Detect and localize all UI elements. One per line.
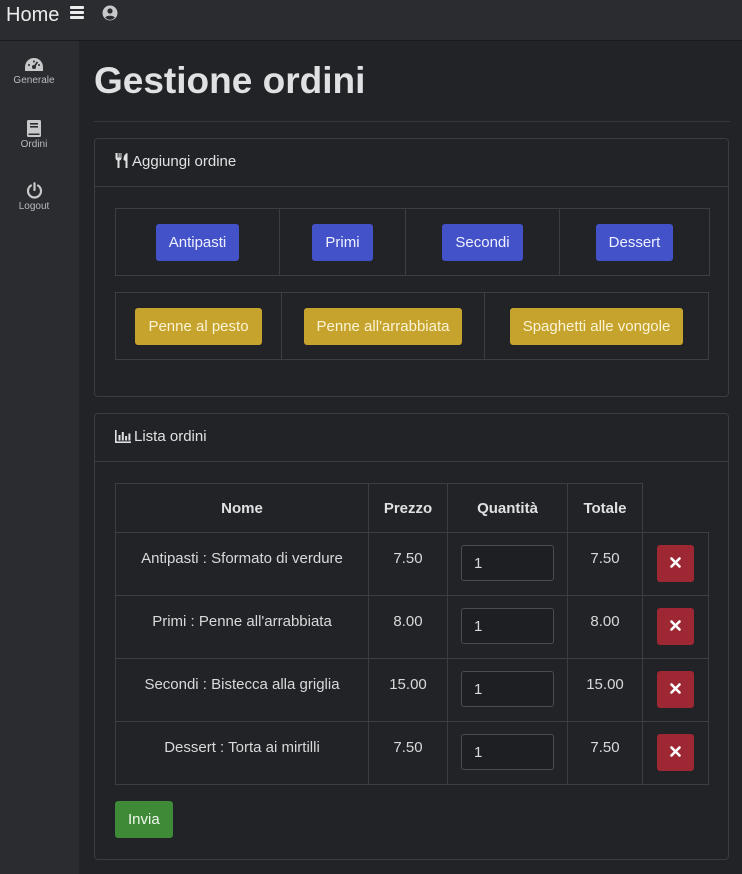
- dish-button-spaghetti-vongole[interactable]: Spaghetti alle vongole: [509, 307, 684, 345]
- add-order-card: Aggiungi ordine Antipasti Primi Secondi …: [94, 138, 729, 397]
- order-total: 15.00: [567, 658, 643, 722]
- sidebar-item-label: Ordini: [20, 139, 48, 150]
- orders-table: Nome Prezzo Quantità Totale Antipasti : …: [115, 483, 709, 785]
- table-header-row: Nome Prezzo Quantità Totale: [115, 483, 709, 533]
- order-name: Antipasti : Sformato di verdure: [115, 532, 369, 596]
- order-qty-cell: [447, 658, 568, 722]
- category-cell: Secondi: [405, 208, 560, 276]
- close-icon: [670, 557, 681, 568]
- dish-button-penne-pesto[interactable]: Penne al pesto: [135, 307, 262, 345]
- order-actions-cell: [642, 721, 709, 785]
- add-order-title: Aggiungi ordine: [132, 153, 237, 170]
- sidebar-item-ordini[interactable]: Ordini: [0, 120, 68, 150]
- utensils-icon: [115, 153, 128, 168]
- order-actions-cell: [642, 595, 709, 659]
- book-icon: [27, 120, 41, 137]
- category-buttons-table: Antipasti Primi Secondi Dessert: [115, 208, 710, 276]
- order-list-header: Lista ordini: [95, 414, 728, 462]
- delete-order-button[interactable]: [657, 545, 694, 582]
- table-row: Primi : Penne all'arrabbiata 8.00 8.00: [115, 595, 709, 659]
- order-price: 7.50: [368, 532, 448, 596]
- category-button-dessert[interactable]: Dessert: [595, 223, 674, 261]
- sidebar-item-label: Logout: [18, 201, 50, 212]
- hamburger-icon[interactable]: [70, 6, 84, 22]
- sidebar-item-label: Generale: [13, 75, 55, 86]
- table-row: Secondi : Bistecca alla griglia 15.00 15…: [115, 658, 709, 722]
- order-name: Primi : Penne all'arrabbiata: [115, 595, 369, 659]
- top-navbar: Home: [0, 0, 742, 41]
- order-total: 8.00: [567, 595, 643, 659]
- delete-order-button[interactable]: [657, 671, 694, 708]
- column-header-nome: Nome: [115, 483, 369, 533]
- category-cell: Dessert: [559, 208, 710, 276]
- order-actions-cell: [642, 658, 709, 722]
- order-list-card: Lista ordini Nome Prezzo Quantità Totale…: [94, 413, 729, 860]
- delete-order-button[interactable]: [657, 734, 694, 771]
- category-button-primi[interactable]: Primi: [312, 223, 373, 261]
- table-row: Dessert : Torta ai mirtilli 7.50 7.50: [115, 721, 709, 785]
- category-button-antipasti[interactable]: Antipasti: [155, 223, 240, 261]
- divider: [94, 121, 730, 122]
- order-price: 8.00: [368, 595, 448, 659]
- category-cell: Primi: [279, 208, 406, 276]
- category-cell: Antipasti: [115, 208, 280, 276]
- quantity-input[interactable]: [461, 734, 554, 770]
- dish-cell: Penne all'arrabbiata: [281, 292, 485, 360]
- quantity-input[interactable]: [461, 545, 554, 581]
- sidebar-item-logout[interactable]: Logout: [0, 182, 68, 212]
- close-icon: [670, 620, 681, 631]
- column-header-prezzo: Prezzo: [368, 483, 448, 533]
- order-qty-cell: [447, 721, 568, 785]
- table-row: Antipasti : Sformato di verdure 7.50 7.5…: [115, 532, 709, 596]
- column-header-actions: [642, 483, 709, 533]
- order-name: Dessert : Torta ai mirtilli: [115, 721, 369, 785]
- power-icon: [26, 182, 42, 199]
- quantity-input[interactable]: [461, 671, 554, 707]
- order-total: 7.50: [567, 532, 643, 596]
- quantity-input[interactable]: [461, 608, 554, 644]
- dish-cell: Penne al pesto: [115, 292, 282, 360]
- submit-button[interactable]: Invia: [115, 801, 173, 838]
- brand-home-link[interactable]: Home: [6, 4, 59, 27]
- dish-button-penne-arrabbiata[interactable]: Penne all'arrabbiata: [303, 307, 463, 345]
- category-button-secondi[interactable]: Secondi: [442, 223, 523, 261]
- order-total: 7.50: [567, 721, 643, 785]
- order-qty-cell: [447, 595, 568, 659]
- dashboard-icon: [25, 58, 43, 71]
- order-qty-cell: [447, 532, 568, 596]
- sidebar: Generale Ordini Logout: [0, 41, 79, 874]
- add-order-header: Aggiungi ordine: [95, 139, 728, 187]
- order-price: 15.00: [368, 658, 448, 722]
- bar-chart-icon: [115, 430, 131, 443]
- user-circle-icon[interactable]: [102, 5, 118, 26]
- order-list-title: Lista ordini: [134, 428, 207, 445]
- order-price: 7.50: [368, 721, 448, 785]
- order-actions-cell: [642, 532, 709, 596]
- column-header-totale: Totale: [567, 483, 643, 533]
- delete-order-button[interactable]: [657, 608, 694, 645]
- page-title: Gestione ordini: [94, 60, 366, 101]
- sidebar-item-generale[interactable]: Generale: [0, 57, 68, 86]
- order-name: Secondi : Bistecca alla griglia: [115, 658, 369, 722]
- close-icon: [670, 746, 681, 757]
- dish-cell: Spaghetti alle vongole: [484, 292, 709, 360]
- close-icon: [670, 683, 681, 694]
- column-header-quantita: Quantità: [447, 483, 568, 533]
- dish-buttons-table: Penne al pesto Penne all'arrabbiata Spag…: [115, 292, 709, 360]
